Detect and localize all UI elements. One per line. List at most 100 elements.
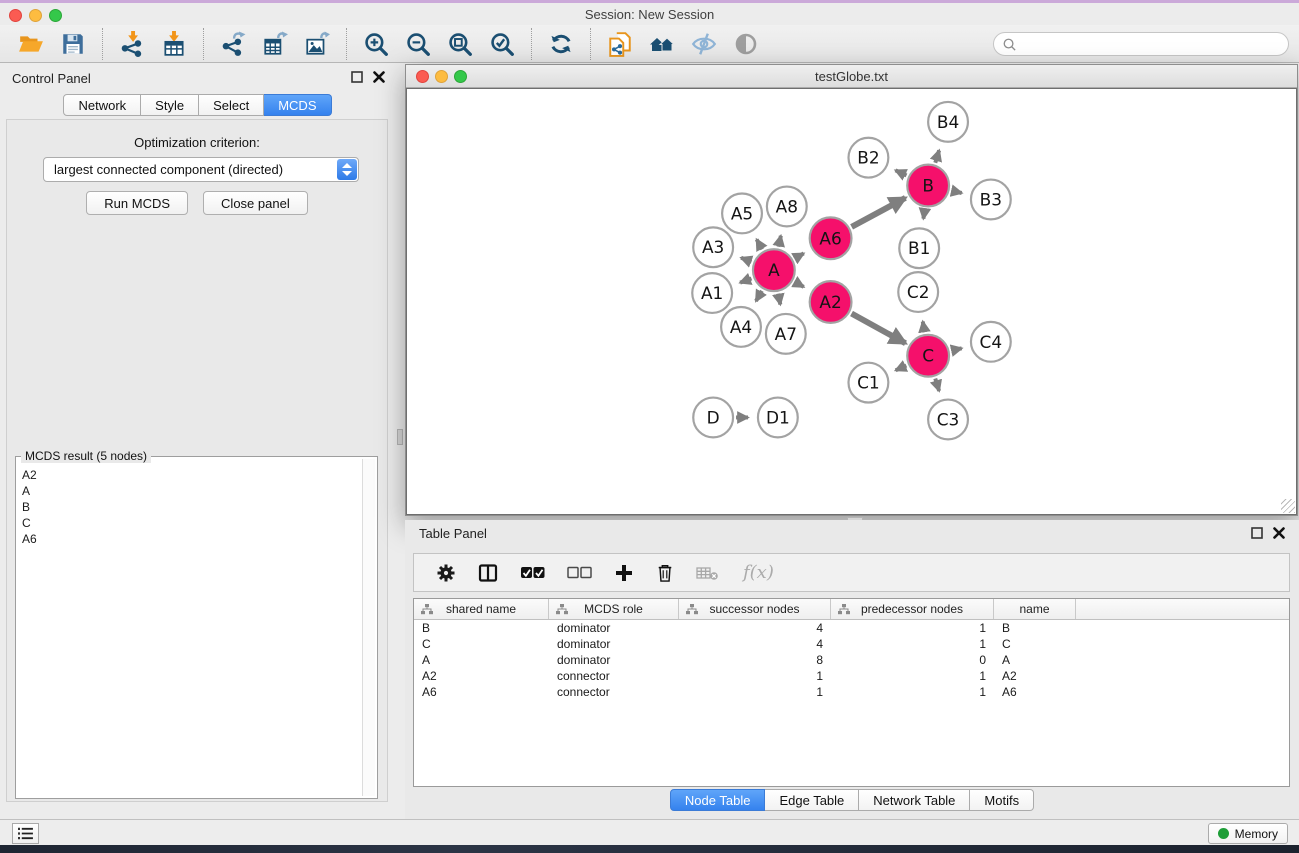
dropdown-stepper-icon[interactable] — [337, 159, 357, 180]
delete-table-button[interactable] — [696, 565, 719, 581]
float-panel-icon[interactable] — [1251, 527, 1263, 539]
table-cell[interactable]: C — [414, 637, 549, 651]
graph-edge[interactable] — [741, 258, 751, 262]
create-column-button[interactable] — [614, 563, 634, 583]
graph-edge[interactable] — [895, 170, 906, 175]
network-window-titlebar[interactable]: testGlobe.txt — [406, 65, 1297, 88]
table-cell[interactable]: connector — [549, 669, 679, 683]
tab-network-table[interactable]: Network Table — [859, 789, 970, 811]
graph-edge[interactable] — [923, 209, 924, 218]
table-cell[interactable]: A6 — [414, 685, 549, 699]
zoom-fit-button[interactable] — [443, 27, 477, 61]
table-settings-button[interactable] — [436, 563, 456, 583]
close-panel-icon[interactable] — [1273, 527, 1285, 539]
open-session-button[interactable] — [14, 27, 48, 61]
mcds-result-item[interactable]: A — [18, 483, 360, 499]
table-cell[interactable]: A — [994, 653, 1076, 667]
mcds-result-item[interactable]: C — [18, 515, 360, 531]
criterion-dropdown[interactable]: largest connected component (directed) — [43, 157, 359, 182]
table-cell[interactable]: C — [994, 637, 1076, 651]
graph-edge[interactable] — [951, 348, 961, 350]
table-cell[interactable]: A6 — [994, 685, 1076, 699]
network-graph-svg[interactable]: AA1A2A3A4A5A6A7A8BB1B2B3B4CC1C2C3C4DD1 — [407, 89, 1296, 514]
clone-network-button[interactable] — [603, 27, 637, 61]
table-cell[interactable]: 0 — [831, 653, 994, 667]
table-row[interactable]: A2connector11A2 — [414, 668, 1289, 684]
window-resize-grip[interactable] — [1281, 499, 1295, 513]
close-panel-button[interactable]: Close panel — [203, 191, 308, 215]
table-cell[interactable]: A2 — [414, 669, 549, 683]
home-panels-button[interactable] — [645, 27, 679, 61]
select-all-columns-button[interactable] — [520, 566, 545, 580]
table-cell[interactable]: B — [414, 621, 549, 635]
result-list-scrollbar[interactable] — [362, 459, 375, 796]
close-panel-icon[interactable] — [373, 71, 385, 83]
table-cell[interactable]: 4 — [679, 621, 831, 635]
table-row[interactable]: Adominator80A — [414, 652, 1289, 668]
table-cell[interactable]: 1 — [831, 669, 994, 683]
graph-edge[interactable] — [923, 322, 925, 333]
graph-edge[interactable] — [896, 366, 907, 371]
delete-column-button[interactable] — [656, 562, 674, 583]
table-row[interactable]: Cdominator41C — [414, 636, 1289, 652]
graph-edge[interactable] — [795, 253, 804, 258]
table-row[interactable]: A6connector11A6 — [414, 684, 1289, 700]
tab-network[interactable]: Network — [63, 94, 141, 116]
graph-edge[interactable] — [740, 278, 751, 282]
deselect-all-columns-button[interactable] — [567, 566, 592, 580]
search-field[interactable] — [993, 32, 1289, 56]
show-column-panel-button[interactable] — [478, 563, 498, 583]
graph-edge[interactable] — [756, 291, 762, 301]
hide-panels-button[interactable] — [687, 27, 721, 61]
table-cell[interactable]: B — [994, 621, 1076, 635]
table-cell[interactable]: 1 — [831, 637, 994, 651]
memory-button[interactable]: Memory — [1208, 823, 1288, 844]
table-cell[interactable]: 1 — [679, 669, 831, 683]
function-builder-button[interactable]: f(x) — [743, 562, 774, 583]
tab-motifs[interactable]: Motifs — [970, 789, 1034, 811]
graph-edge[interactable] — [852, 314, 906, 344]
table-cell[interactable]: A2 — [994, 669, 1076, 683]
table-cell[interactable]: 1 — [679, 685, 831, 699]
tab-style[interactable]: Style — [141, 94, 199, 116]
table-cell[interactable]: connector — [549, 685, 679, 699]
graph-edge[interactable] — [951, 191, 961, 193]
table-cell[interactable]: dominator — [549, 653, 679, 667]
graph-edge[interactable] — [852, 198, 906, 227]
window-titlebar[interactable]: Session: New Session — [0, 3, 1299, 25]
zoom-selected-button[interactable] — [485, 27, 519, 61]
table-cell[interactable]: 1 — [831, 685, 994, 699]
zoom-out-button[interactable] — [401, 27, 435, 61]
graph-edge[interactable] — [757, 239, 763, 249]
network-view-window[interactable]: testGlobe.txt AA1A2A3A4A5A6A7A8BB1B2B3B4… — [405, 64, 1298, 516]
vertical-splitter-grip[interactable] — [397, 429, 403, 445]
run-mcds-button[interactable]: Run MCDS — [86, 191, 188, 215]
tab-select[interactable]: Select — [199, 94, 264, 116]
table-cell[interactable]: dominator — [549, 637, 679, 651]
import-table-button[interactable] — [157, 27, 191, 61]
export-network-button[interactable] — [216, 27, 250, 61]
save-session-button[interactable] — [56, 27, 90, 61]
mcds-result-item[interactable]: A6 — [18, 531, 360, 547]
zoom-in-button[interactable] — [359, 27, 393, 61]
mcds-result-item[interactable]: B — [18, 499, 360, 515]
tab-mcds[interactable]: MCDS — [264, 94, 331, 116]
column-header[interactable]: shared name — [414, 599, 549, 619]
column-header[interactable]: name — [994, 599, 1076, 619]
float-panel-icon[interactable] — [351, 71, 363, 83]
export-table-button[interactable] — [258, 27, 292, 61]
export-image-button[interactable] — [300, 27, 334, 61]
table-cell[interactable]: dominator — [549, 621, 679, 635]
graph-edge[interactable] — [935, 379, 939, 391]
graph-edge[interactable] — [795, 282, 804, 287]
tab-node-table[interactable]: Node Table — [670, 789, 766, 811]
column-header[interactable]: MCDS role — [549, 599, 679, 619]
graph-edge[interactable] — [779, 236, 781, 247]
table-cell[interactable]: 1 — [831, 621, 994, 635]
table-row[interactable]: Bdominator41B — [414, 620, 1289, 636]
search-input[interactable] — [1022, 37, 1288, 51]
graph-edge[interactable] — [935, 150, 939, 162]
refresh-view-button[interactable] — [544, 27, 578, 61]
table-cell[interactable]: A — [414, 653, 549, 667]
column-header[interactable]: predecessor nodes — [831, 599, 994, 619]
